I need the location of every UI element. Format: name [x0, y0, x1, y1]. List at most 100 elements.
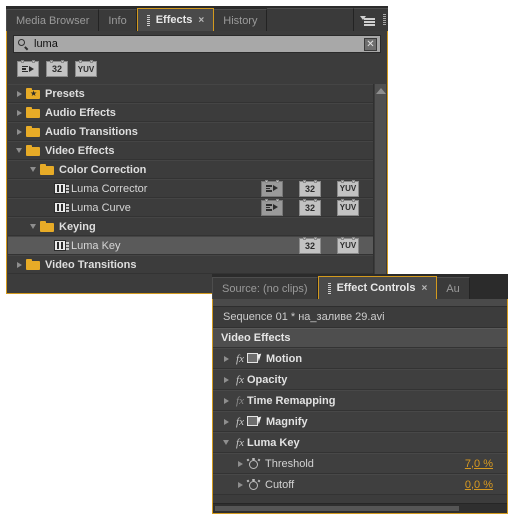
effects-tree-row[interactable]: Audio Effects [8, 103, 373, 122]
effect-item-icon [54, 183, 69, 194]
property-value[interactable]: 7,0 % [465, 458, 507, 470]
disclosure-triangle-right-icon[interactable] [233, 460, 247, 467]
effect-controls-row[interactable]: fx Magnify [213, 411, 507, 432]
property-value[interactable]: 0,0 % [465, 479, 507, 491]
disclosure-triangle-right-icon[interactable] [12, 128, 26, 135]
tab-audio-clip-mixer[interactable]: Au [437, 277, 470, 299]
32bit-color-badge: 32 [299, 236, 321, 254]
close-icon[interactable]: × [421, 283, 427, 294]
disclosure-triangle-right-icon[interactable] [233, 481, 247, 488]
tab-label: Media Browser [16, 14, 90, 27]
disclosure-triangle-down-icon[interactable] [26, 224, 40, 229]
fx-icon[interactable]: fx [233, 374, 247, 386]
effects-panel-body: luma ✕ 32 YUV ★ Presets Audio Effects Audio… [6, 31, 388, 294]
panel-drag-grip[interactable] [380, 8, 388, 31]
tab-effect-controls[interactable]: Effect Controls × [317, 276, 438, 299]
section-header-label: Video Effects [221, 332, 291, 344]
effect-controls-toolbar-strip [213, 299, 507, 307]
effects-tree-row-label: Audio Effects [45, 106, 116, 119]
property-value-text: 0,0 % [464, 478, 493, 491]
accelerated-effects-filter-button[interactable] [17, 60, 39, 77]
effects-tree-row[interactable]: Keying [8, 217, 373, 236]
effect-controls-row[interactable]: fx Opacity [213, 369, 507, 390]
effect-controls-row-label: Opacity [247, 373, 288, 386]
search-icon [17, 38, 29, 50]
effects-tree-row-label: Luma Curve [71, 201, 131, 214]
effects-tree-row-label: Color Correction [59, 163, 147, 176]
video-effects-section-header: Video Effects [213, 328, 507, 348]
tab-history[interactable]: History [214, 9, 268, 31]
horizontal-scrollbar-thumb[interactable] [215, 506, 459, 511]
folder-icon [40, 164, 54, 175]
stopwatch-keyframe-icon[interactable] [246, 457, 261, 470]
disclosure-triangle-right-icon[interactable] [12, 261, 26, 268]
effects-tree-row[interactable]: Luma Key 32 YUV [8, 236, 373, 255]
filter-button-row: 32 YUV [7, 54, 387, 80]
disclosure-triangle-down-icon[interactable] [12, 148, 26, 153]
transform-handles-icon[interactable] [247, 353, 263, 364]
disclosure-triangle-right-icon[interactable] [219, 376, 233, 383]
effects-tree-row[interactable]: ★ Presets [8, 84, 373, 103]
yuv-badge: YUV [337, 236, 359, 254]
close-icon[interactable]: × [198, 15, 204, 26]
vertical-scrollbar[interactable] [373, 84, 387, 292]
horizontal-scrollbar[interactable] [213, 503, 507, 513]
effects-tree-row[interactable]: Luma Curve 32 YUV [8, 198, 373, 217]
disclosure-triangle-right-icon[interactable] [12, 109, 26, 116]
effects-tree-row-label: Luma Key [71, 239, 121, 252]
stopwatch-keyframe-icon[interactable] [246, 478, 261, 491]
disclosure-triangle-down-icon[interactable] [26, 167, 40, 172]
disclosure-triangle-right-icon[interactable] [219, 397, 233, 404]
effect-controls-row-label: Cutoff [265, 478, 295, 491]
effect-controls-row[interactable]: fx Motion [213, 348, 507, 369]
scroll-up-arrow[interactable] [375, 88, 386, 94]
fx-icon[interactable]: fx [233, 353, 247, 365]
effects-tree-row[interactable]: Audio Transitions [8, 122, 373, 141]
disclosure-triangle-right-icon[interactable] [219, 418, 233, 425]
32bit-color-badge: 32 [299, 179, 321, 197]
effect-controls-row[interactable]: Cutoff 0,0 % [213, 474, 507, 495]
tab-info[interactable]: Info [99, 9, 137, 31]
scrollbar-thumb[interactable] [375, 84, 386, 284]
effect-controls-panel: Source: (no clips) Effect Controls × Au … [212, 274, 508, 514]
panel-menu-button[interactable] [354, 8, 380, 31]
folder-icon [26, 107, 40, 118]
disclosure-triangle-down-icon[interactable] [219, 440, 233, 445]
fx-icon[interactable]: fx [233, 416, 247, 428]
tab-media-browser[interactable]: Media Browser [6, 9, 100, 31]
tab-label: Info [108, 14, 127, 27]
folder-icon [26, 259, 40, 270]
effects-tree-row-label: Presets [45, 87, 85, 100]
fx-icon[interactable]: fx [233, 437, 247, 449]
effects-tree-row[interactable]: Video Transitions [8, 255, 373, 274]
effects-tree-row[interactable]: Video Effects [8, 141, 373, 160]
yuv-badge: YUV [337, 198, 359, 216]
effect-controls-row[interactable]: Threshold 7,0 % [213, 453, 507, 474]
accelerated-icon [22, 64, 34, 73]
effects-tree-row[interactable]: Luma Corrector 32 YUV [8, 179, 373, 198]
folder-icon [26, 126, 40, 137]
effects-tree-row-label: Audio Transitions [45, 125, 138, 138]
property-value-text: 7,0 % [464, 457, 493, 470]
effect-controls-body: Sequence 01 * на_заливе 29.avi Video Eff… [212, 299, 508, 514]
effect-controls-row[interactable]: fx Time Remapping [213, 390, 507, 411]
tab-label: Source: (no clips) [222, 282, 308, 295]
effect-controls-row[interactable]: fx Luma Key [213, 432, 507, 453]
effects-tree-row[interactable]: Color Correction [8, 160, 373, 179]
clear-search-button[interactable]: ✕ [364, 37, 377, 51]
tab-grip-icon [327, 282, 331, 294]
tab-effects[interactable]: Effects × [136, 8, 215, 31]
effect-controls-tabbar: Source: (no clips) Effect Controls × Au [212, 274, 508, 299]
disclosure-triangle-right-icon[interactable] [219, 355, 233, 362]
effect-item-icon [54, 202, 69, 213]
tab-label: Au [446, 282, 460, 295]
search-input[interactable]: luma ✕ [13, 35, 381, 53]
fx-icon[interactable]: fx [233, 395, 247, 407]
transform-handles-icon[interactable] [247, 416, 263, 427]
effects-tree-row-label: Keying [59, 220, 96, 233]
32bit-color-filter-button[interactable]: 32 [46, 60, 68, 77]
tab-source[interactable]: Source: (no clips) [212, 277, 318, 299]
yuv-filter-button[interactable]: YUV [75, 60, 97, 77]
effect-badges: 32 YUV [261, 236, 373, 254]
disclosure-triangle-right-icon[interactable] [12, 90, 26, 97]
